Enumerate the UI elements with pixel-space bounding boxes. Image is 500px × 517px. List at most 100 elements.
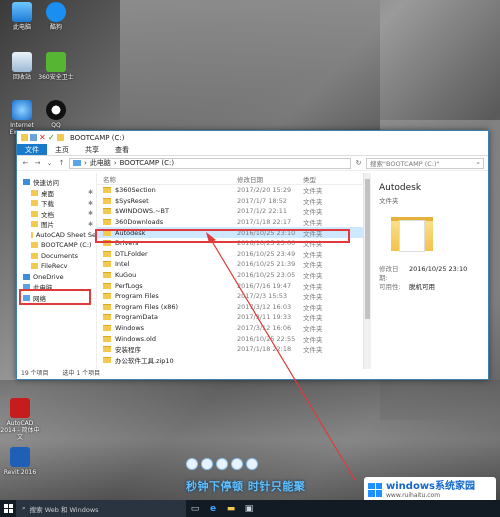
column-date[interactable]: 修改日期: [237, 174, 303, 184]
windows-logo-icon: [3, 504, 13, 513]
item-count: 19 个项目: [21, 370, 49, 377]
folder-icon[interactable]: [21, 134, 28, 141]
scrollbar-thumb[interactable]: [365, 179, 370, 319]
file-name: Intel: [115, 260, 130, 269]
folder-icon: [31, 221, 38, 228]
edge-icon[interactable]: e: [204, 500, 222, 517]
properties-icon[interactable]: [30, 134, 37, 141]
file-name-cell: KuGou: [97, 271, 237, 279]
file-name: Program Files (x86): [115, 302, 179, 311]
nav-item[interactable]: 图片 ✱: [17, 219, 96, 230]
tab-file[interactable]: 文件: [17, 144, 47, 155]
file-name: $WINDOWS.~BT: [115, 207, 169, 216]
file-type: 文件夹: [303, 250, 323, 259]
store-icon[interactable]: ▣: [240, 500, 258, 517]
table-row[interactable]: KuGou 2016/10/25 23:05 文件夹: [97, 270, 363, 281]
table-row[interactable]: Program Files 2017/2/3 15:53 文件夹: [97, 291, 363, 302]
desktop-icon-autocad[interactable]: AutoCAD 2014 - 简体中文: [0, 398, 40, 441]
breadcrumb-drive[interactable]: BOOTCAMP (C:): [120, 159, 174, 167]
nav-item[interactable]: 桌面 ✱: [17, 188, 96, 199]
file-type: 文件夹: [303, 197, 323, 206]
file-name: KuGou: [115, 271, 137, 280]
table-row[interactable]: Windows 2017/3/12 16:06 文件夹: [97, 323, 363, 334]
nav-item[interactable]: BOOTCAMP (C:): [17, 240, 96, 251]
folder-icon: [103, 325, 111, 332]
file-name-cell: 办公软件工具.zip10: [97, 355, 237, 365]
table-row[interactable]: $360Section 2017/2/20 15:29 文件夹: [97, 185, 363, 196]
chevron-down-icon[interactable]: ⌄: [45, 159, 54, 168]
nav-item-label: OneDrive: [33, 272, 64, 281]
status-bar: 19 个项目 选中 1 个项目: [17, 369, 488, 379]
table-row[interactable]: Intel 2016/10/25 21:39 文件夹: [97, 259, 363, 270]
nav-item[interactable]: 下载 ✱: [17, 198, 96, 209]
nav-item[interactable]: 文档 ✱: [17, 209, 96, 220]
table-row[interactable]: ProgramData 2017/3/11 19:33 文件夹: [97, 312, 363, 323]
check-icon[interactable]: ✓: [48, 134, 55, 142]
column-name[interactable]: 名称: [97, 174, 237, 184]
desktop-icon-kugou[interactable]: 酷狗: [36, 2, 76, 31]
folder-icon: [103, 272, 111, 279]
list-header: 名称 修改日期 类型: [97, 173, 363, 185]
file-date: 2017/1/18 22:17: [237, 218, 292, 227]
desktop-icon-360[interactable]: 360安全卫士: [36, 52, 76, 81]
autocad-icon: [10, 398, 30, 418]
desktop-icon-qq[interactable]: QQ: [36, 100, 76, 129]
nav-item[interactable]: OneDrive: [17, 272, 96, 283]
table-row[interactable]: 360Downloads 2017/1/18 22:17 文件夹: [97, 217, 363, 228]
table-row[interactable]: 办公软件工具.zip10: [97, 355, 363, 366]
folder-icon: [103, 356, 111, 363]
folder-icon: [103, 293, 111, 300]
file-type: 文件夹: [303, 346, 323, 355]
preview-type: 文件夹: [379, 197, 399, 205]
file-date: 2017/3/11 19:33: [237, 313, 292, 322]
vertical-scrollbar[interactable]: [363, 173, 371, 369]
file-type: 文件夹: [303, 293, 323, 302]
forward-arrow-icon[interactable]: →: [33, 159, 42, 168]
folder-icon[interactable]: ▬: [222, 500, 240, 517]
nav-item[interactable]: Documents: [17, 251, 96, 262]
video-caption: 秒钟下停顿 时针只能聚: [186, 480, 306, 493]
file-name-cell: $SysReset: [97, 197, 237, 205]
up-arrow-icon[interactable]: ↑: [57, 159, 66, 168]
table-row[interactable]: PerfLogs 2016/7/16 19:47 文件夹: [97, 280, 363, 291]
address-bar[interactable]: › 此电脑 › BOOTCAMP (C:): [69, 157, 351, 169]
breadcrumb-this-pc[interactable]: 此电脑: [90, 158, 111, 168]
table-row[interactable]: $WINDOWS.~BT 2017/1/2 22:11 文件夹: [97, 206, 363, 217]
column-type[interactable]: 类型: [303, 174, 343, 184]
taskbar-search-text: 搜索 Web 和 Windows: [29, 505, 99, 514]
file-type: 文件夹: [303, 303, 323, 312]
folder-icon: [31, 252, 38, 259]
delete-icon[interactable]: ✕: [39, 134, 46, 142]
taskbar-search[interactable]: ⌕ 搜索 Web 和 Windows: [16, 500, 186, 517]
file-name: $SysReset: [115, 196, 149, 205]
nav-item[interactable]: 快速访问: [17, 177, 96, 188]
tab-view[interactable]: 查看: [107, 144, 137, 155]
file-type: 文件夹: [303, 187, 323, 196]
start-button[interactable]: [0, 500, 16, 517]
back-arrow-icon[interactable]: ←: [21, 159, 30, 168]
tab-home[interactable]: 主页: [47, 144, 77, 155]
search-input[interactable]: 搜索"BOOTCAMP (C:)" ⌕: [366, 157, 484, 169]
desktop-icon-revit[interactable]: Revit 2016: [0, 447, 40, 476]
folder-icon: [103, 250, 111, 257]
table-row[interactable]: Program Files (x86) 2017/3/12 16:03 文件夹: [97, 302, 363, 313]
task-view-icon[interactable]: ▭: [186, 500, 204, 517]
table-row[interactable]: 安装程序 2017/1/18 22:18 文件夹: [97, 344, 363, 355]
table-row[interactable]: $SysReset 2017/1/7 18:52 文件夹: [97, 196, 363, 207]
table-row[interactable]: DTLFolder 2016/10/25 23:49 文件夹: [97, 249, 363, 260]
file-date: 2017/3/12 16:03: [237, 302, 292, 311]
nav-item[interactable]: AutoCAD Sheet Se: [17, 230, 96, 241]
nav-item-label: 下载: [41, 200, 54, 209]
refresh-icon[interactable]: ↻: [354, 159, 363, 168]
folder-icon: [31, 200, 38, 207]
new-folder-icon[interactable]: [57, 134, 64, 141]
nav-item[interactable]: FileRecv: [17, 261, 96, 272]
dot: [186, 458, 198, 470]
tab-share[interactable]: 共享: [77, 144, 107, 155]
file-date: 2017/1/7 18:52: [237, 196, 287, 205]
chevron-right-icon: ›: [113, 159, 117, 167]
table-row[interactable]: Windows.old 2016/10/25 22:55 文件夹: [97, 333, 363, 344]
file-type: 文件夹: [303, 325, 323, 334]
folder-icon: [23, 179, 30, 186]
folder-icon: [31, 189, 38, 196]
